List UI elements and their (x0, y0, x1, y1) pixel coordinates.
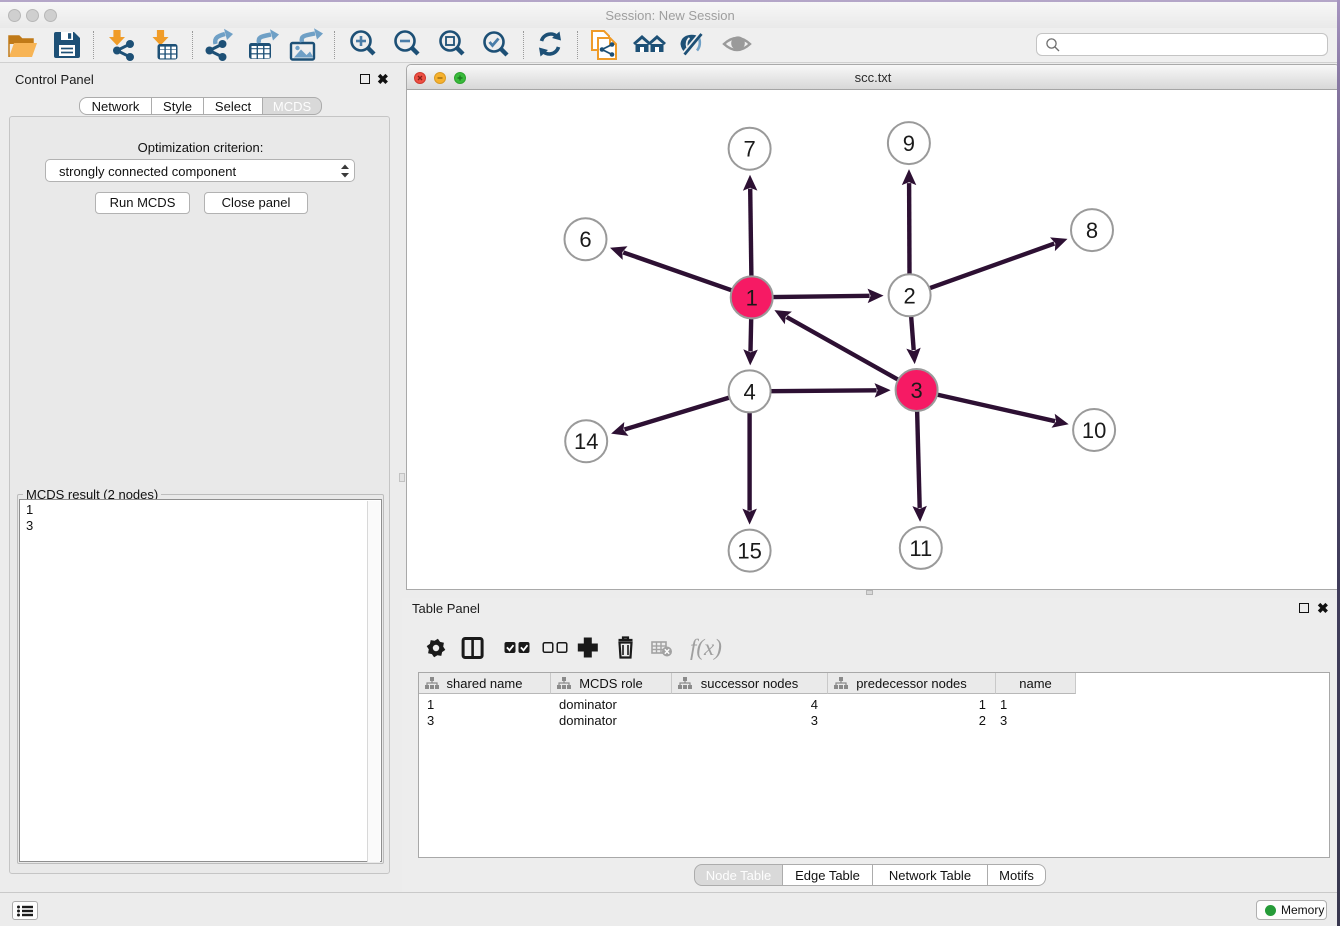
svg-text:15: 15 (737, 539, 761, 564)
svg-text:6: 6 (579, 227, 591, 252)
svg-text:9: 9 (903, 131, 915, 156)
svg-text:1: 1 (746, 285, 758, 310)
svg-text:11: 11 (909, 536, 932, 561)
svg-text:10: 10 (1082, 418, 1106, 443)
svg-text:2: 2 (903, 283, 915, 308)
svg-text:f(x): f(x) (690, 635, 722, 660)
svg-text:8: 8 (1086, 218, 1098, 243)
svg-text:14: 14 (574, 429, 598, 454)
svg-text:3: 3 (910, 378, 922, 403)
svg-text:7: 7 (743, 137, 755, 162)
svg-text:4: 4 (743, 379, 755, 404)
